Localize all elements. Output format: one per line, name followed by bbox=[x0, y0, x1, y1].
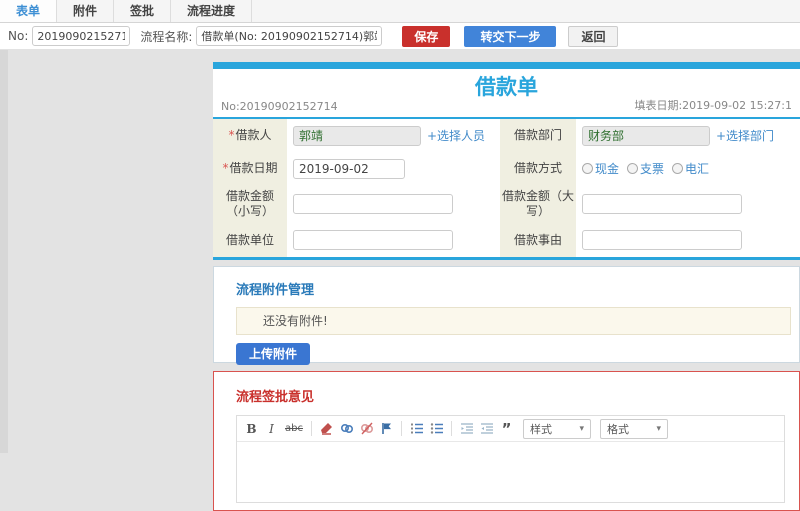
forward-next-step-button[interactable]: 转交下一步 bbox=[464, 25, 557, 47]
command-bar: No: 流程名称: 保存 转交下一步 返回 bbox=[0, 23, 800, 50]
toolbar-separator bbox=[451, 421, 452, 436]
tab-progress[interactable]: 流程进度 bbox=[171, 0, 253, 22]
loan-unit-label: 借款单位 bbox=[213, 223, 287, 257]
toolbar-separator bbox=[311, 421, 312, 436]
approval-section-title: 流程签批意见 bbox=[236, 390, 315, 405]
workspace: 借款单 No:20190902152714 填表日期:2019-09-02 15… bbox=[0, 50, 800, 511]
loan-reason-label: 借款事由 bbox=[500, 223, 576, 257]
bold-icon[interactable]: B bbox=[244, 421, 259, 437]
amount-small-label: 借款金额（小写） bbox=[213, 185, 287, 223]
loan-reason-input[interactable] bbox=[582, 230, 742, 250]
ordered-list-icon[interactable] bbox=[409, 421, 424, 437]
radio-cheque[interactable]: 支票 bbox=[627, 160, 664, 177]
radio-icon bbox=[582, 163, 593, 174]
flow-name-input[interactable] bbox=[196, 26, 383, 46]
loan-unit-input[interactable] bbox=[293, 230, 453, 250]
indent-icon[interactable] bbox=[479, 421, 494, 437]
style-dropdown[interactable]: 样式 ▾ bbox=[523, 418, 591, 439]
link-icon[interactable] bbox=[339, 421, 354, 437]
tab-form[interactable]: 表单 bbox=[0, 0, 58, 22]
amount-small-input[interactable] bbox=[293, 194, 453, 214]
loan-date-input[interactable] bbox=[293, 158, 405, 179]
amount-big-label: 借款金额（大写） bbox=[500, 185, 576, 223]
upload-attachment-button[interactable]: 上传附件 bbox=[236, 343, 311, 365]
flow-name-label: 流程名称: bbox=[140, 29, 193, 44]
no-attachment-message: 还没有附件! bbox=[236, 307, 791, 335]
radio-icon bbox=[627, 163, 639, 174]
dept-input[interactable] bbox=[582, 125, 710, 146]
loan-method-label: 借款方式 bbox=[500, 152, 576, 185]
format-dropdown[interactable]: 格式 ▾ bbox=[600, 418, 668, 439]
required-mark: * bbox=[228, 128, 235, 142]
no-input[interactable] bbox=[32, 26, 131, 46]
loan-form-grid: *借款人 +选择人员 借款部门 +选择部门 *借款日期 借款方式 bbox=[213, 119, 800, 260]
attachment-panel: 流程附件管理 还没有附件! 上传附件 bbox=[213, 266, 800, 365]
borrower-label: *借款人 bbox=[213, 119, 287, 152]
radio-wire[interactable]: 电汇 bbox=[672, 160, 709, 177]
loan-date-label: *借款日期 bbox=[213, 152, 287, 185]
rich-text-editor: B I abc ” 样式 ▾ 格式 ▾ bbox=[236, 415, 785, 503]
save-button[interactable]: 保存 bbox=[402, 25, 451, 47]
loan-form-panel: 借款单 No:20190902152714 填表日期:2019-09-02 15… bbox=[213, 62, 800, 260]
outdent-icon[interactable] bbox=[459, 421, 474, 437]
doc-number: No:20190902152714 bbox=[221, 100, 338, 113]
chevron-down-icon: ▾ bbox=[579, 423, 584, 434]
editor-content-area[interactable] bbox=[237, 442, 784, 502]
loan-method-radio-group: 现金 支票 电汇 bbox=[582, 160, 709, 177]
toolbar-separator bbox=[401, 421, 402, 436]
select-person-link[interactable]: +选择人员 bbox=[427, 127, 485, 144]
anchor-flag-icon[interactable] bbox=[379, 421, 394, 437]
tab-attachments[interactable]: 附件 bbox=[57, 0, 115, 22]
select-dept-link[interactable]: +选择部门 bbox=[716, 127, 774, 144]
strikethrough-icon[interactable]: abc bbox=[284, 421, 304, 437]
attachment-section-title: 流程附件管理 bbox=[236, 283, 315, 298]
editor-toolbar: B I abc ” 样式 ▾ 格式 ▾ bbox=[237, 416, 784, 442]
approval-panel: 流程签批意见 B I abc ” 样式 ▾ 格式 ▾ bbox=[213, 371, 800, 511]
borrower-input[interactable] bbox=[293, 125, 421, 146]
no-label: No: bbox=[8, 29, 29, 43]
unlink-icon[interactable] bbox=[359, 421, 374, 437]
doc-fill-date: 填表日期:2019-09-02 15:27:1 bbox=[634, 99, 792, 112]
radio-icon bbox=[672, 163, 684, 174]
page-title: 借款单 bbox=[475, 75, 538, 99]
chevron-down-icon: ▾ bbox=[656, 423, 661, 434]
required-mark: * bbox=[222, 161, 229, 175]
bullet-list-icon[interactable] bbox=[429, 421, 444, 437]
remove-format-icon[interactable] bbox=[319, 421, 334, 437]
blockquote-icon[interactable]: ” bbox=[499, 420, 514, 438]
left-gutter bbox=[0, 50, 8, 453]
dept-label: 借款部门 bbox=[500, 119, 576, 152]
radio-cash[interactable]: 现金 bbox=[582, 160, 619, 177]
amount-big-input[interactable] bbox=[582, 194, 742, 214]
back-button[interactable]: 返回 bbox=[568, 25, 619, 47]
tab-approval[interactable]: 签批 bbox=[114, 0, 172, 22]
italic-icon[interactable]: I bbox=[264, 421, 279, 437]
tab-bar: 表单 附件 签批 流程进度 bbox=[0, 0, 800, 23]
